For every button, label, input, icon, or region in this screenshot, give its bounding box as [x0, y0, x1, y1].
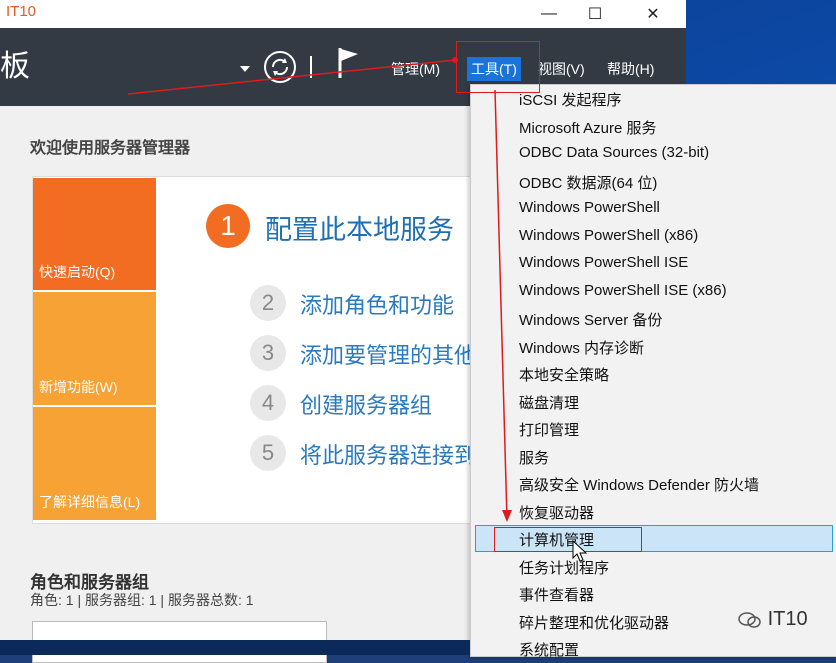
- watermark: IT10: [738, 608, 808, 631]
- watermark-text: IT10: [767, 608, 808, 630]
- wechat-icon: [738, 611, 761, 628]
- taskbar: [0, 640, 470, 655]
- annotation-arrows: [127, 57, 512, 522]
- mouse-cursor-icon: [572, 540, 588, 562]
